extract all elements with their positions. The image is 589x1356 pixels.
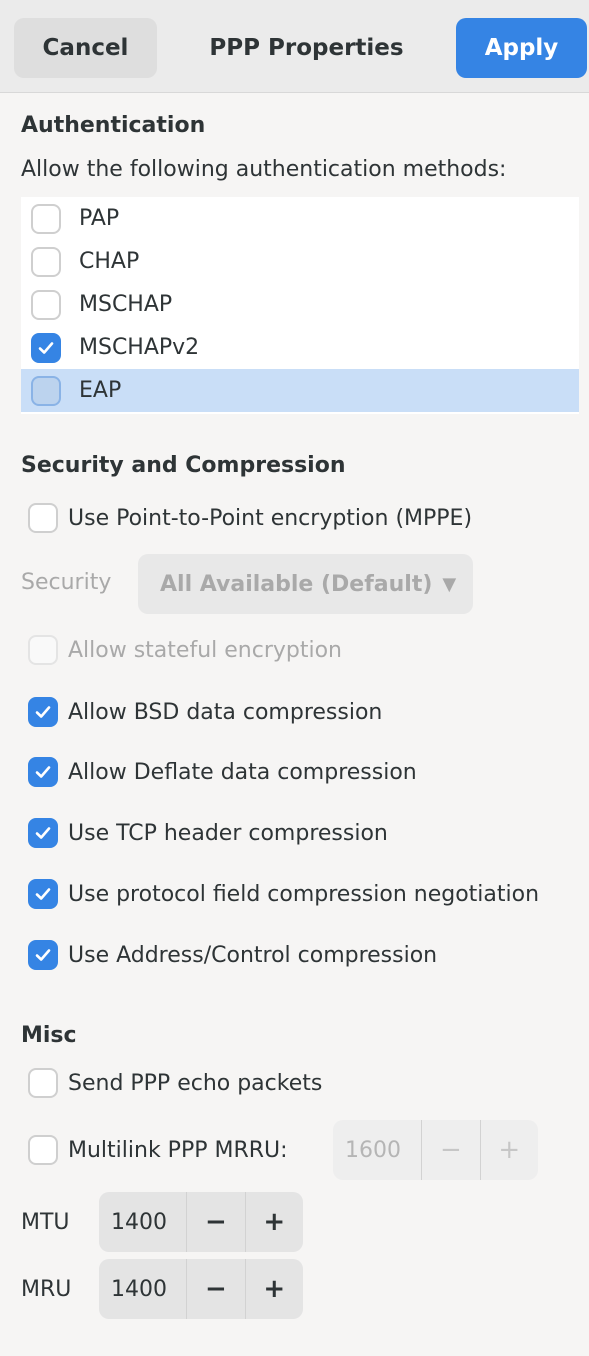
echo-label: Send PPP echo packets: [68, 1070, 323, 1096]
stateful-checkbox[interactable]: [28, 635, 58, 665]
checkmark-icon: [35, 706, 51, 718]
mru-increment-button[interactable]: +: [244, 1259, 303, 1319]
stateful-label: Allow stateful encryption: [68, 637, 342, 663]
tcp-label: Use TCP header compression: [68, 820, 388, 846]
cancel-button[interactable]: Cancel: [14, 18, 157, 78]
address-label: Use Address/Control compression: [68, 942, 438, 968]
mppe-checkbox[interactable]: [28, 503, 58, 533]
bsd-option[interactable]: Allow BSD data compression: [28, 692, 382, 732]
method-label: MSCHAPv2: [79, 335, 200, 360]
echo-option[interactable]: Send PPP echo packets: [28, 1063, 322, 1103]
tcp-checkbox[interactable]: [28, 818, 58, 848]
authentication-subtitle: Allow the following authentication metho…: [21, 157, 507, 182]
mtu-increment-button[interactable]: +: [244, 1192, 303, 1252]
echo-checkbox[interactable]: [28, 1068, 58, 1098]
deflate-option[interactable]: Allow Deflate data compression: [28, 752, 417, 792]
deflate-label: Allow Deflate data compression: [68, 759, 417, 785]
mru-label: MRU: [21, 1277, 72, 1302]
tcp-option[interactable]: Use TCP header compression: [28, 813, 388, 853]
stateful-option[interactable]: Allow stateful encryption: [28, 630, 342, 670]
mrru-decrement-button: −: [421, 1120, 479, 1180]
mppe-option[interactable]: Use Point-to-Point encryption (MPPE): [28, 498, 472, 538]
method-label: MSCHAP: [79, 292, 173, 317]
method-label: CHAP: [79, 249, 140, 274]
eap-checkbox[interactable]: [31, 375, 61, 406]
protocol-option[interactable]: Use protocol field compression negotiati…: [28, 874, 539, 914]
method-row-mschap[interactable]: MSCHAP: [21, 283, 579, 326]
multilink-option[interactable]: Multilink PPP MRRU:: [28, 1130, 288, 1170]
protocol-checkbox[interactable]: [28, 879, 58, 909]
security-label: Security: [21, 570, 112, 595]
auth-methods-list: PAP CHAP MSCHAP MSCHAPv2 EAP: [21, 197, 579, 414]
security-dropdown[interactable]: All Available (Default) ▼: [138, 554, 473, 614]
mppe-label: Use Point-to-Point encryption (MPPE): [68, 505, 473, 531]
dialog-title: PPP Properties: [209, 35, 404, 61]
address-checkbox[interactable]: [28, 940, 58, 970]
checkmark-icon: [35, 766, 51, 778]
multilink-label: Multilink PPP MRRU:: [68, 1137, 288, 1163]
apply-button[interactable]: Apply: [456, 18, 587, 78]
checkmark-icon: [38, 341, 54, 354]
address-option[interactable]: Use Address/Control compression: [28, 935, 437, 975]
protocol-label: Use protocol field compression negotiati…: [68, 881, 540, 907]
pap-checkbox[interactable]: [31, 203, 61, 234]
method-row-eap[interactable]: EAP: [21, 369, 579, 412]
bsd-label: Allow BSD data compression: [68, 699, 383, 725]
method-row-mschapv2[interactable]: MSCHAPv2: [21, 326, 579, 369]
mru-value-input[interactable]: 1400: [99, 1277, 186, 1302]
misc-heading: Misc: [21, 1023, 77, 1048]
mschapv2-checkbox[interactable]: [31, 332, 61, 363]
mru-decrement-button[interactable]: −: [186, 1259, 244, 1319]
security-value: All Available (Default): [160, 571, 433, 597]
mtu-decrement-button[interactable]: −: [186, 1192, 244, 1252]
method-label: PAP: [79, 206, 120, 231]
multilink-checkbox[interactable]: [28, 1135, 58, 1165]
checkmark-icon: [35, 827, 51, 839]
mtu-label: MTU: [21, 1210, 70, 1235]
header-bar: Cancel PPP Properties Apply: [0, 0, 589, 93]
mschap-checkbox[interactable]: [31, 289, 61, 320]
method-label: EAP: [79, 378, 122, 403]
security-heading: Security and Compression: [21, 453, 346, 478]
bsd-checkbox[interactable]: [28, 697, 58, 727]
mru-spinbutton[interactable]: 1400 − +: [99, 1259, 303, 1319]
deflate-checkbox[interactable]: [28, 757, 58, 787]
mrru-increment-button: +: [479, 1120, 538, 1180]
method-row-pap[interactable]: PAP: [21, 197, 579, 240]
mtu-value-input[interactable]: 1400: [99, 1210, 186, 1235]
dropdown-arrow-icon: ▼: [442, 573, 457, 595]
mrru-spinbutton: 1600 − +: [333, 1120, 538, 1180]
authentication-heading: Authentication: [21, 113, 206, 138]
chap-checkbox[interactable]: [31, 246, 61, 277]
mtu-spinbutton[interactable]: 1400 − +: [99, 1192, 303, 1252]
mrru-value: 1600: [345, 1137, 401, 1163]
method-row-chap[interactable]: CHAP: [21, 240, 579, 283]
checkmark-icon: [35, 949, 51, 961]
checkmark-icon: [35, 888, 51, 900]
